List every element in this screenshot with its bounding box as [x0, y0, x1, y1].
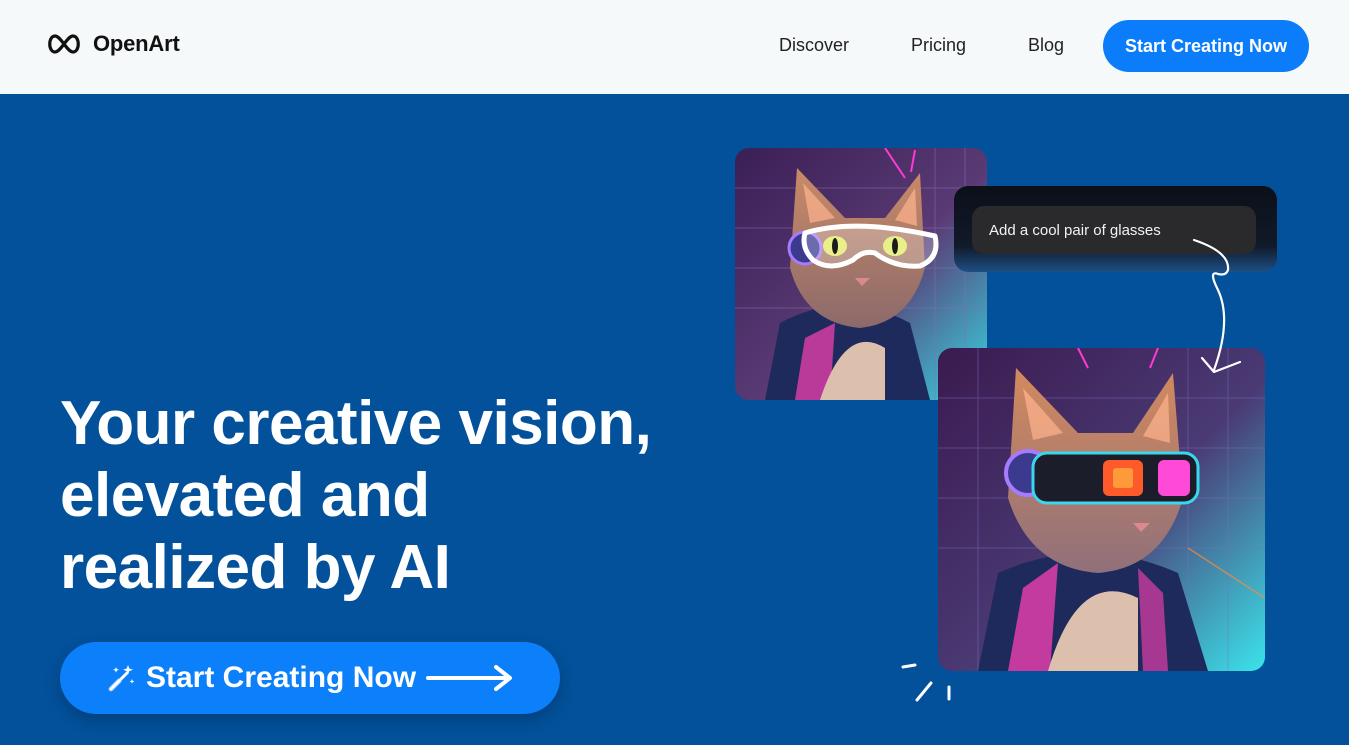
nav-blog[interactable]: Blog — [1028, 35, 1064, 56]
hero-title-line-1: Your creative vision, — [60, 389, 652, 458]
arrow-right-icon — [426, 665, 513, 691]
hero-title: Your creative vision, elevated and reali… — [60, 388, 700, 604]
after-image — [938, 348, 1265, 671]
hero-title-line-3: realized by AI — [60, 533, 451, 602]
curved-arrow-icon — [1192, 238, 1242, 374]
header-start-creating-button[interactable]: Start Creating Now — [1103, 20, 1309, 72]
top-header: OpenArt Discover Pricing Blog Start Crea… — [0, 0, 1349, 94]
cat-cyber-goggles-illustration — [938, 348, 1265, 671]
brand-name: OpenArt — [93, 31, 180, 56]
nav-pricing[interactable]: Pricing — [911, 35, 966, 56]
nav-discover[interactable]: Discover — [779, 35, 849, 56]
spark-lines-icon — [901, 663, 951, 702]
brand-logo[interactable]: OpenArt — [45, 31, 180, 57]
infinity-icon — [48, 34, 80, 54]
hero-title-line-2: elevated and — [60, 461, 430, 530]
hero-start-creating-button[interactable]: Start Creating Now — [60, 642, 560, 714]
magic-wand-icon — [108, 665, 135, 692]
hero-cta-label: Start Creating Now — [146, 661, 417, 694]
